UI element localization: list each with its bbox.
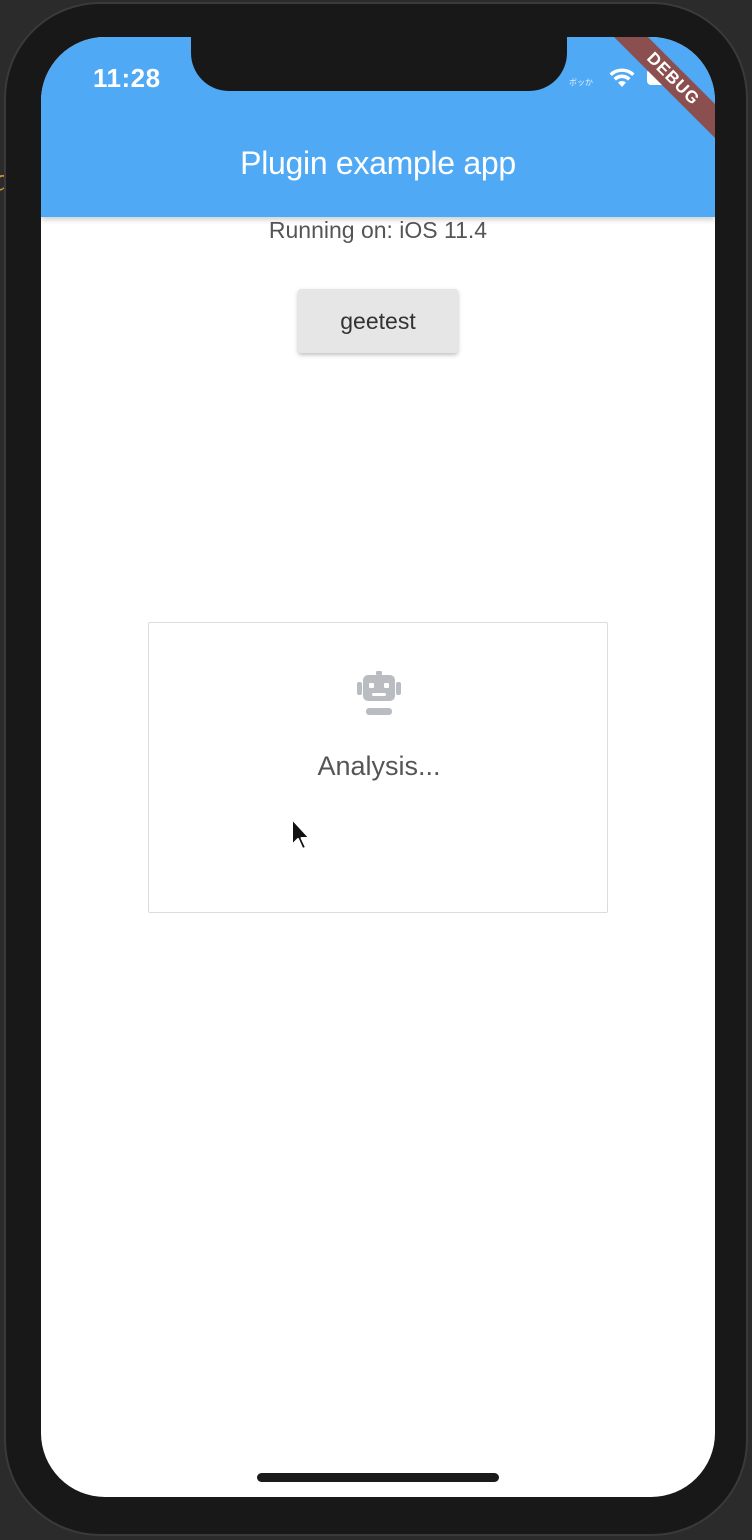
wifi-icon xyxy=(609,68,635,87)
phone-screen: 11:28 ボッか DEBUG Plugin example app Runni… xyxy=(41,37,715,1497)
robot-icon xyxy=(357,671,401,715)
app-bar-title: Plugin example app xyxy=(240,145,516,181)
captcha-status-text: Analysis... xyxy=(317,751,441,781)
desktop-stage: d 11:28 ボッか DEBUG Plugin example app Run… xyxy=(0,0,752,1540)
app-bar: 11:28 ボッか DEBUG Plugin example app xyxy=(41,37,715,217)
home-indicator[interactable] xyxy=(257,1473,499,1482)
phone-notch xyxy=(191,37,567,91)
geetest-button[interactable]: geetest xyxy=(298,289,458,353)
status-time: 11:28 xyxy=(93,63,161,93)
platform-version-text: Running on: iOS 11.4 xyxy=(268,217,488,243)
captcha-dialog[interactable]: Analysis... xyxy=(148,622,608,913)
mouse-cursor-icon xyxy=(291,818,311,850)
carrier-text: ボッか xyxy=(569,78,593,87)
